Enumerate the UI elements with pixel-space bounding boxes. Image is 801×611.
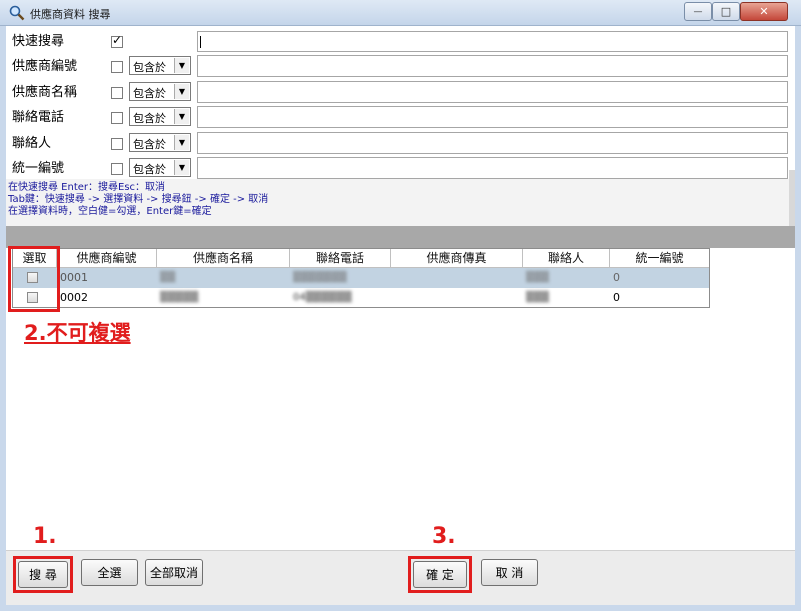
contact-input[interactable] [197, 132, 788, 154]
column-header-supplier-code[interactable]: 供應商編號 [57, 249, 157, 268]
cell-supplier-name: ▒▒▒▒▒ [160, 292, 199, 303]
tax-id-label: 統一編號 [12, 161, 65, 176]
cell-supplier-name: ▒▒ [160, 272, 176, 283]
phone-checkbox[interactable] [111, 112, 123, 124]
chevron-down-icon: ▼ [174, 58, 189, 73]
maximize-button[interactable]: □ [712, 2, 740, 21]
phone-label: 聯絡電話 [12, 110, 65, 125]
operator-value: 包含於 [133, 138, 166, 151]
operator-value: 包含於 [133, 61, 166, 74]
supplier-name-operator-select[interactable]: 包含於 ▼ [129, 82, 191, 101]
cell-tax-id: 0 [613, 271, 620, 284]
supplier-name-input[interactable] [197, 81, 788, 103]
minimize-icon: — [693, 6, 703, 17]
annotation-step2-label: 2.不可複選 [24, 321, 131, 345]
close-button[interactable]: ✕ [740, 2, 788, 21]
quick-search-checkbox[interactable] [111, 33, 123, 48]
quick-search-label: 快速搜尋 [12, 34, 65, 49]
cell-supplier-code: 0001 [60, 271, 88, 284]
results-grid: 選取 供應商編號 供應商名稱 聯絡電話 供應商傳真 聯絡人 統一編號 0001 … [12, 248, 710, 308]
supplier-code-operator-select[interactable]: 包含於 ▼ [129, 56, 191, 75]
cell-contact: ▒▒▒ [526, 292, 550, 303]
divider-band [6, 226, 795, 248]
annotation-step3-label: 3. [432, 524, 456, 549]
contact-label: 聯絡人 [12, 136, 52, 151]
contact-operator-select[interactable]: 包含於 ▼ [129, 133, 191, 152]
tax-id-checkbox[interactable] [111, 163, 123, 175]
column-header-tax-id[interactable]: 統一編號 [610, 249, 709, 268]
ok-button[interactable]: 確 定 [413, 561, 467, 588]
title-bar [0, 0, 801, 26]
window-frame-bottom [0, 605, 801, 611]
chevron-down-icon: ▼ [174, 84, 189, 99]
supplier-name-label: 供應商名稱 [12, 85, 78, 100]
cancel-button[interactable]: 取 消 [481, 559, 538, 586]
cell-fax [391, 288, 523, 308]
hint-line: Tab鍵：快速搜尋 -> 選擇資料 -> 搜尋鈕 -> 確定 -> 取消 [8, 194, 269, 205]
operator-value: 包含於 [133, 112, 166, 125]
chevron-down-icon: ▼ [174, 135, 189, 150]
supplier-code-checkbox[interactable] [111, 61, 123, 73]
hint-line: 在選擇資料時，空白健=勾選，Enter鍵=確定 [8, 206, 212, 217]
annotation-step1-label: 1. [33, 524, 57, 549]
minimize-button[interactable]: — [684, 2, 712, 21]
search-magnifier-icon [9, 5, 25, 21]
table-row[interactable]: 0002 ▒▒▒▒▒ 04▒▒▒▒▒▒ ▒▒▒ 0 [13, 288, 709, 308]
operator-value: 包含於 [133, 87, 166, 100]
cell-fax [391, 268, 523, 288]
deselect-all-button[interactable]: 全部取消 [145, 559, 203, 586]
contact-checkbox[interactable] [111, 138, 123, 150]
maximize-icon: □ [720, 5, 732, 18]
supplier-name-checkbox[interactable] [111, 87, 123, 99]
hint-line: 在快速搜尋 Enter：搜尋Esc：取消 [8, 182, 166, 193]
tax-id-input[interactable] [197, 157, 788, 179]
column-header-contact[interactable]: 聯絡人 [523, 249, 610, 268]
quick-search-input[interactable] [197, 31, 788, 52]
search-button[interactable]: 搜 尋 [18, 561, 68, 588]
supplier-code-input[interactable] [197, 55, 788, 77]
cell-phone: 04▒▒▒▒▒▒ [293, 292, 352, 303]
column-header-supplier-name[interactable]: 供應商名稱 [157, 249, 290, 268]
cell-tax-id: 0 [613, 291, 620, 304]
chevron-down-icon: ▼ [174, 160, 189, 175]
column-header-fax[interactable]: 供應商傳真 [391, 249, 523, 268]
chevron-down-icon: ▼ [174, 109, 189, 124]
window-frame-right [795, 26, 801, 611]
table-row[interactable]: 0001 ▒▒ ▒▒▒▒▒▒▒ ▒▒▒ 0 [13, 268, 709, 288]
cell-contact: ▒▒▒ [526, 272, 550, 283]
cell-phone: ▒▒▒▒▒▒▒ [293, 272, 347, 283]
select-all-button[interactable]: 全選 [81, 559, 138, 586]
window-title: 供應商資料 搜尋 [30, 8, 111, 21]
operator-value: 包含於 [133, 163, 166, 176]
cell-supplier-code: 0002 [60, 291, 88, 304]
tax-id-operator-select[interactable]: 包含於 ▼ [129, 158, 191, 177]
supplier-code-label: 供應商編號 [12, 59, 78, 74]
annotation-highlight-select-column [8, 246, 60, 312]
phone-input[interactable] [197, 106, 788, 128]
column-header-phone[interactable]: 聯絡電話 [290, 249, 391, 268]
close-icon: ✕ [759, 5, 769, 18]
phone-operator-select[interactable]: 包含於 ▼ [129, 107, 191, 126]
